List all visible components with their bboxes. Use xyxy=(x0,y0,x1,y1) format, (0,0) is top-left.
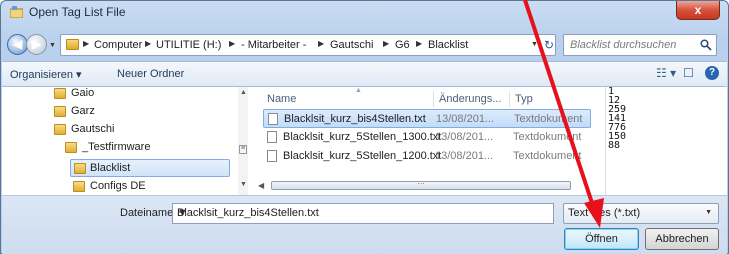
search-icon[interactable] xyxy=(700,39,712,51)
folder-icon xyxy=(54,124,66,135)
folder-icon xyxy=(74,163,86,174)
breadcrumb-mitarbeiter[interactable]: - Mitarbeiter - xyxy=(241,39,306,51)
tree-item-configs-de[interactable]: Configs DE xyxy=(73,178,193,196)
refresh-icon[interactable]: ↻ xyxy=(544,38,554,52)
file-type: Textdokument xyxy=(513,131,582,143)
cancel-button[interactable]: Abbrechen xyxy=(645,228,719,250)
address-bar[interactable]: ▶ Computer ▶ UTILITIE (H:) ▶ - Mitarbeit… xyxy=(60,34,556,56)
chevron-right-icon[interactable]: ▶ xyxy=(416,39,422,48)
preview-pane: 1 12 259 141 776 150 88 xyxy=(605,87,727,195)
folder-icon xyxy=(54,106,66,117)
tree-item-gaio[interactable]: Gaio xyxy=(54,85,174,103)
tree-item-garz[interactable]: Garz xyxy=(54,103,174,121)
folder-icon xyxy=(66,39,79,50)
file-type-filter[interactable]: Text files (*.txt) ▼ xyxy=(563,203,719,224)
scroll-thumb[interactable]: ≡ xyxy=(239,145,247,154)
chevron-right-icon[interactable]: ▶ xyxy=(318,39,324,48)
scroll-down-icon[interactable]: ▼ xyxy=(240,181,247,188)
help-icon[interactable]: ? xyxy=(705,66,719,80)
breadcrumb-computer[interactable]: Computer xyxy=(94,39,142,51)
file-type-filter-value[interactable]: Text files (*.txt) xyxy=(568,207,640,219)
navigation-pane: Gaio Garz Gautschi _Testfirmware Blackli… xyxy=(2,85,248,196)
folder-icon xyxy=(73,181,85,192)
filename-label: Dateiname: xyxy=(120,207,177,219)
tree-item-label: Gaio xyxy=(71,87,95,99)
back-button[interactable]: ◀ xyxy=(7,34,28,55)
chevron-right-icon[interactable]: ▶ xyxy=(83,39,89,48)
sort-indicator-icon: ▲ xyxy=(355,87,362,94)
chevron-down-icon[interactable]: ▼ xyxy=(177,207,549,219)
file-name: Blacklsit_kurz_5Stellen_1200.txt xyxy=(283,150,442,162)
file-list: ▲ Name Änderungs... Typ Blacklsit_kurz_b… xyxy=(255,87,597,195)
file-date: 13/08/201... xyxy=(435,150,494,162)
breadcrumb-g6[interactable]: G6 xyxy=(395,39,410,51)
tree-item-label: Garz xyxy=(71,105,95,117)
search-placeholder[interactable]: Blacklist durchsuchen xyxy=(570,39,676,51)
file-date: 13/08/201... xyxy=(436,113,495,125)
file-name: Blacklsit_kurz_5Stellen_1300.txt xyxy=(283,131,442,143)
recent-locations-dropdown-icon[interactable]: ▼ xyxy=(49,42,56,49)
organize-menu[interactable]: Organisieren ▾ xyxy=(10,68,82,81)
navigation-bar: ◀ ▶ ▼ ▶ Computer ▶ UTILITIE (H:) ▶ - Mit… xyxy=(1,25,728,57)
folder-icon xyxy=(65,142,77,153)
preview-line: 88 xyxy=(608,140,621,151)
tree-scrollbar[interactable]: ▲ ≡ ▼ xyxy=(238,87,248,195)
folder-icon xyxy=(54,88,66,99)
app-icon xyxy=(10,6,23,18)
file-date: 13/08/201... xyxy=(435,131,494,143)
column-header-date[interactable]: Änderungs... xyxy=(439,93,501,105)
file-type: Textdokument xyxy=(514,113,583,125)
text-file-icon xyxy=(267,131,277,143)
text-file-icon xyxy=(268,113,278,125)
open-file-dialog: Open Tag List File x ◀ ▶ ▼ ▶ Computer ▶ … xyxy=(0,0,729,254)
breadcrumb-gautschi[interactable]: Gautschi xyxy=(330,39,373,51)
file-type: Textdokument xyxy=(513,150,582,162)
column-divider[interactable] xyxy=(509,91,510,107)
file-row[interactable]: Blacklsit_kurz_5Stellen_1300.txt 13/08/2… xyxy=(263,128,591,147)
tree-item-blacklist[interactable]: Blacklist xyxy=(70,159,230,177)
tree-item-gautschi[interactable]: Gautschi xyxy=(54,121,174,139)
file-row[interactable]: Blacklsit_kurz_5Stellen_1200.txt 13/08/2… xyxy=(263,147,591,166)
horizontal-scrollbar[interactable]: ◀ ⋯ xyxy=(255,179,597,193)
column-divider[interactable] xyxy=(433,91,434,107)
chevron-right-icon[interactable]: ▶ xyxy=(229,39,235,48)
tree-item-label: Gautschi xyxy=(71,123,115,135)
window-title: Open Tag List File xyxy=(29,5,126,19)
dialog-footer: Dateiname: Blacklsit_kurz_bis4Stellen.tx… xyxy=(2,195,727,254)
tree-item-testfirmware[interactable]: _Testfirmware xyxy=(65,139,185,157)
view-options-icon[interactable]: ☷ ▾ xyxy=(656,66,676,80)
filename-input[interactable]: Blacklsit_kurz_bis4Stellen.txt ▼ xyxy=(172,203,554,224)
tree-item-label: _Testfirmware xyxy=(82,141,151,153)
forward-button[interactable]: ▶ xyxy=(26,34,47,55)
breadcrumb-blacklist[interactable]: Blacklist xyxy=(428,39,468,51)
open-button[interactable]: Öffnen xyxy=(564,228,639,250)
search-box[interactable]: Blacklist durchsuchen xyxy=(563,34,717,56)
scroll-left-icon[interactable]: ◀ xyxy=(258,181,264,190)
close-button[interactable]: x xyxy=(676,1,720,20)
new-folder-button[interactable]: Neuer Ordner xyxy=(117,68,184,80)
column-header-name[interactable]: Name xyxy=(267,93,296,105)
title-bar: Open Tag List File x xyxy=(1,1,728,23)
text-file-icon xyxy=(267,150,277,162)
command-bar: Organisieren ▾ Neuer Ordner ☷ ▾ ☐ ? xyxy=(2,61,727,87)
chevron-right-icon[interactable]: ▶ xyxy=(145,39,151,48)
scroll-up-icon[interactable]: ▲ xyxy=(240,89,247,96)
column-header-type[interactable]: Typ xyxy=(515,93,533,105)
breadcrumb-drive[interactable]: UTILITIE (H:) xyxy=(156,39,221,51)
file-row[interactable]: Blacklsit_kurz_bis4Stellen.txt 13/08/201… xyxy=(263,109,591,128)
preview-text: 1 12 259 141 776 150 88 xyxy=(608,87,626,151)
tree-item-label: Configs DE xyxy=(90,180,146,192)
tree-item-label: Blacklist xyxy=(90,162,131,174)
chevron-right-icon[interactable]: ▶ xyxy=(383,39,389,48)
scroll-thumb[interactable]: ⋯ xyxy=(271,181,571,190)
preview-pane-icon[interactable]: ☐ xyxy=(683,66,694,80)
address-dropdown-icon[interactable]: ▼ xyxy=(531,41,538,48)
main-area: Gaio Garz Gautschi _Testfirmware Blackli… xyxy=(2,87,727,195)
chevron-down-icon[interactable]: ▼ xyxy=(705,209,712,216)
file-name: Blacklsit_kurz_bis4Stellen.txt xyxy=(284,113,426,125)
